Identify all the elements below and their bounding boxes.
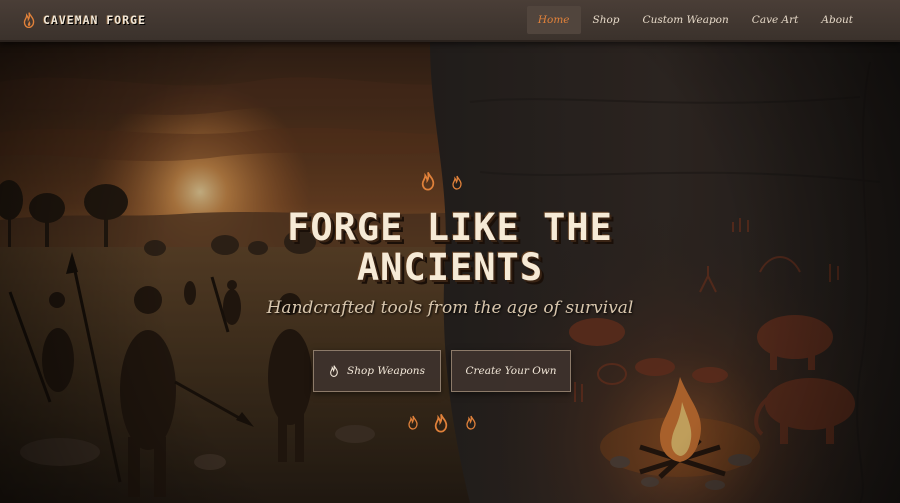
nav-link-home[interactable]: Home: [526, 6, 581, 34]
create-your-own-button[interactable]: Create Your Own: [451, 350, 571, 392]
create-your-own-label: Create Your Own: [465, 365, 557, 377]
flame-icon: [23, 12, 35, 28]
nav-link-shop[interactable]: Shop: [582, 6, 631, 34]
nav-link-cave-art[interactable]: Cave Art: [741, 6, 810, 34]
flame-icon: [466, 415, 476, 430]
shop-weapons-button[interactable]: Shop Weapons: [313, 350, 441, 392]
flame-icon: [452, 175, 462, 190]
navbar: CAVEMAN FORGE Home Shop Custom Weapon Ca…: [0, 0, 900, 42]
flame-icon: [421, 172, 435, 191]
shop-weapons-label: Shop Weapons: [347, 365, 425, 377]
flame-icon: [434, 414, 448, 433]
hero-title-line-1: FORGE LIKE THE: [287, 206, 613, 249]
hero-title-line-2: ANCIENTS: [356, 246, 544, 289]
brand-name: CAVEMAN FORGE: [43, 13, 147, 27]
nav-menu: Home Shop Custom Weapon Cave Art About: [526, 6, 864, 34]
nav-link-about[interactable]: About: [810, 6, 864, 34]
nav-link-custom-weapon[interactable]: Custom Weapon: [632, 6, 740, 34]
flame-icon: [330, 365, 338, 377]
flame-icon: [408, 415, 418, 430]
hero-section: FORGE LIKE THE ANCIENTS Handcrafted tool…: [0, 42, 900, 503]
hero-subtitle: Handcrafted tools from the age of surviv…: [266, 298, 634, 318]
hero-title: FORGE LIKE THE ANCIENTS: [200, 208, 700, 288]
brand-logo[interactable]: CAVEMAN FORGE: [22, 11, 146, 29]
